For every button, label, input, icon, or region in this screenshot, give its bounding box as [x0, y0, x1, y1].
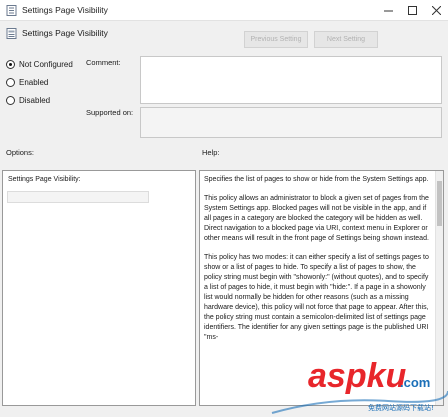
options-label: Options: [6, 148, 34, 157]
title-bar: Settings Page Visibility [0, 0, 448, 21]
options-field-label: Settings Page Visibility: [8, 176, 81, 183]
minimize-icon [383, 10, 393, 12]
help-paragraph: This policy allows an administrator to b… [204, 195, 429, 242]
scrollbar-thumb[interactable] [437, 181, 442, 226]
help-paragraph: This policy has two modes: it can either… [204, 254, 429, 341]
help-paragraph: Specifies the list of pages to show or h… [204, 176, 429, 183]
watermark-tagline: 免费网站源码下载站! [368, 404, 434, 412]
radio-indicator [6, 95, 15, 105]
setting-icon [6, 28, 17, 39]
watermark-suffix: .com [400, 375, 431, 390]
comment-label: Comment: [86, 58, 121, 67]
help-label: Help: [202, 148, 220, 157]
maximize-icon [407, 6, 417, 15]
settings-page-visibility-input[interactable] [7, 191, 149, 203]
watermark: aspku .com 免费网站源码下载站! [268, 361, 448, 417]
radio-disabled[interactable]: Disabled [6, 94, 50, 106]
supported-on-field [140, 107, 442, 138]
close-icon [431, 6, 441, 15]
radio-label: Enabled [19, 77, 49, 87]
radio-not-configured[interactable]: Not Configured [6, 58, 73, 70]
window-title: Settings Page Visibility [22, 5, 108, 15]
close-button[interactable] [424, 0, 448, 21]
help-text: Specifies the list of pages to show or h… [204, 175, 431, 352]
minimize-button[interactable] [376, 0, 400, 21]
supported-on-label: Supported on: [86, 108, 134, 117]
radio-enabled[interactable]: Enabled [6, 76, 48, 88]
watermark-brand: aspku [308, 361, 407, 395]
radio-indicator [6, 59, 15, 69]
next-setting-button[interactable]: Next Setting [314, 31, 378, 48]
comment-input[interactable] [140, 56, 442, 104]
maximize-button[interactable] [400, 0, 424, 21]
radio-label: Not Configured [19, 59, 73, 69]
radio-label: Disabled [19, 95, 51, 105]
options-panel: Settings Page Visibility: [2, 170, 196, 406]
policy-app-icon [6, 5, 17, 16]
radio-indicator [6, 77, 15, 87]
setting-title: Settings Page Visibility [22, 28, 108, 38]
previous-setting-button[interactable]: Previous Setting [244, 31, 308, 48]
